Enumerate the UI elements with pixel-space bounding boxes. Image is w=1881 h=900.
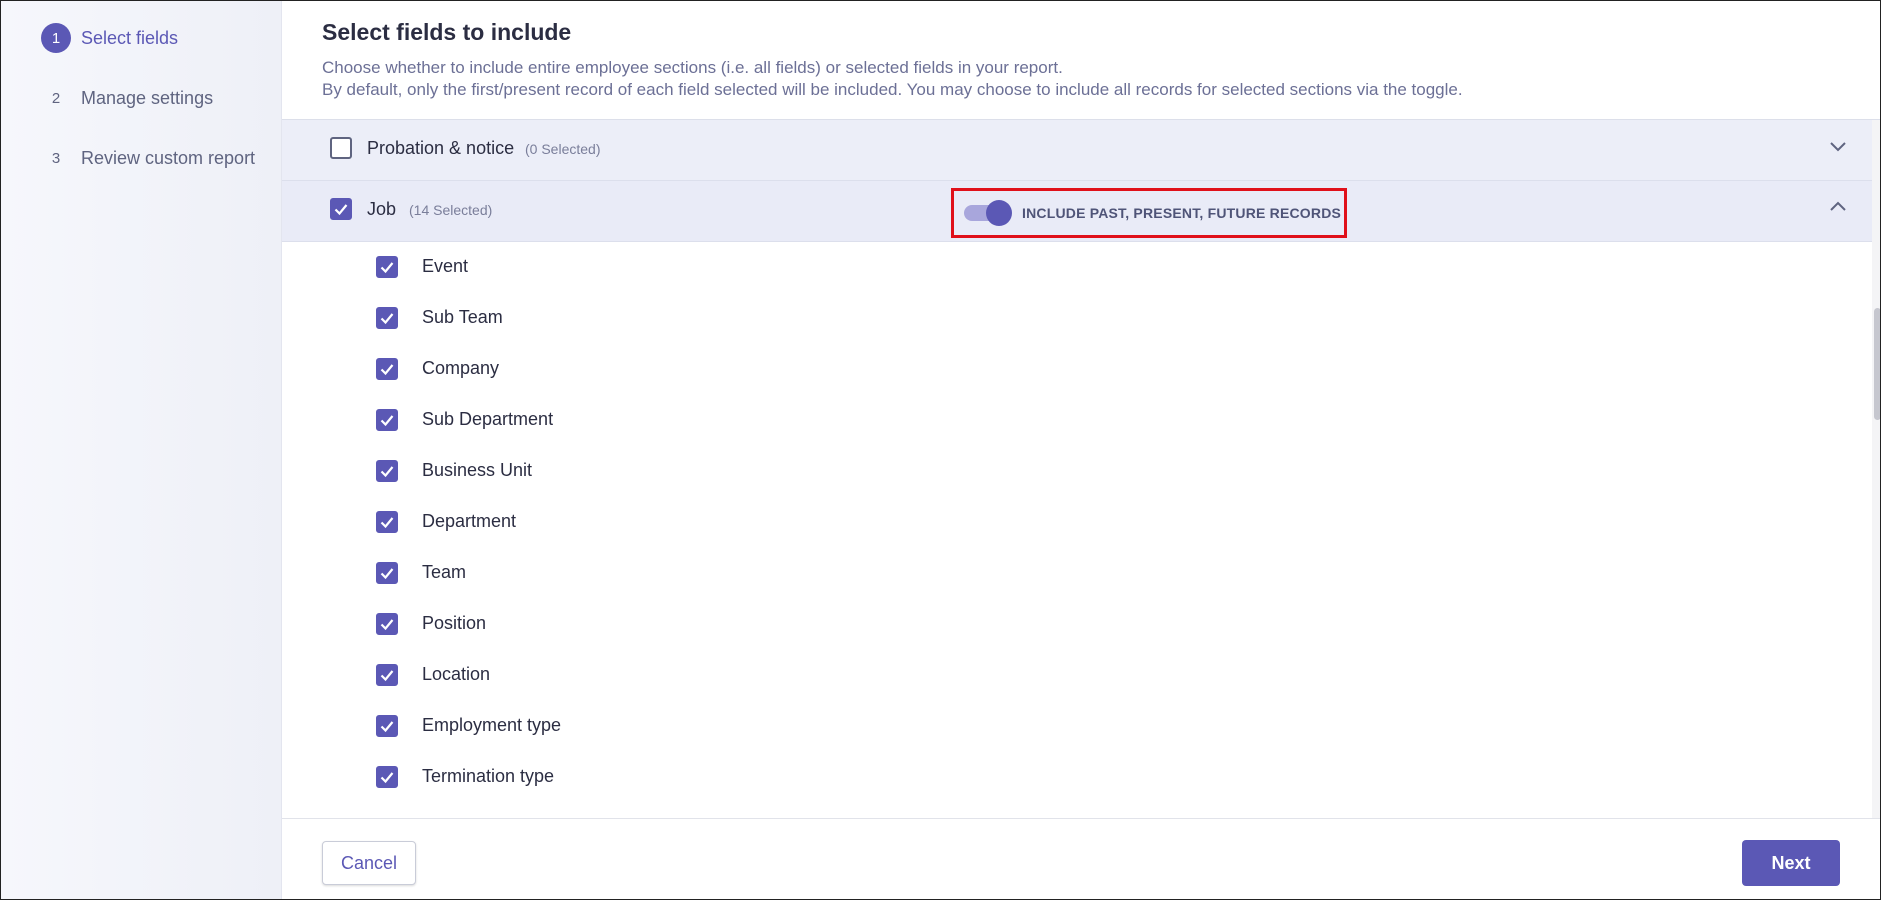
checkmark-icon: [334, 204, 348, 216]
checkmark-icon: [380, 262, 394, 274]
field-row-termination-type[interactable]: Termination type: [282, 752, 1880, 803]
field-row-event[interactable]: Event: [282, 242, 1880, 293]
field-label: Employment type: [422, 715, 562, 735]
field-row-business-unit[interactable]: Business Unit: [282, 446, 1880, 497]
cancel-button[interactable]: Cancel: [322, 841, 416, 885]
field-label: Event: [422, 256, 469, 276]
step-label: Select fields: [81, 27, 179, 48]
checkmark-icon: [380, 415, 394, 427]
step-review-custom-report[interactable]: 3 Review custom report: [41, 143, 255, 173]
field-label: Business Unit: [422, 460, 533, 480]
field-label: Company: [422, 358, 500, 378]
step-number: 1: [41, 23, 71, 53]
fields-list[interactable]: Probation & notice (0 Selected) Job (14 …: [282, 120, 1880, 818]
checkmark-icon: [380, 313, 394, 325]
page-title: Select fields to include: [322, 19, 572, 45]
description-line-1: Choose whether to include entire employe…: [322, 58, 1063, 77]
stepper-sidebar: 1 Select fields 2 Manage settings 3 Revi…: [1, 1, 282, 899]
field-label: Department: [422, 511, 517, 531]
field-checkbox[interactable]: [376, 358, 398, 380]
field-row-sub-department[interactable]: Sub Department: [282, 395, 1880, 446]
field-checkbox[interactable]: [376, 511, 398, 533]
step-manage-settings[interactable]: 2 Manage settings: [41, 83, 213, 113]
field-checkbox[interactable]: [376, 562, 398, 584]
vertical-scrollbar[interactable]: [1872, 120, 1880, 818]
section-label: Probation & notice: [367, 138, 515, 158]
checkmark-icon: [380, 364, 394, 376]
field-label: Sub Department: [422, 409, 554, 429]
page-header: Select fields to include Choose whether …: [282, 1, 1880, 120]
field-checkbox[interactable]: [376, 409, 398, 431]
field-checkbox[interactable]: [376, 664, 398, 686]
include-all-records-toggle-highlight: INCLUDE PAST, PRESENT, FUTURE RECORDS: [951, 188, 1347, 238]
field-row-department[interactable]: Department: [282, 497, 1880, 548]
step-number: 2: [51, 89, 61, 107]
step-number: 3: [51, 149, 61, 167]
checkmark-icon: [380, 670, 394, 682]
scrollbar-thumb[interactable]: [1874, 308, 1880, 420]
toggle-label: INCLUDE PAST, PRESENT, FUTURE RECORDS: [1022, 205, 1342, 221]
field-row-location[interactable]: Location: [282, 650, 1880, 701]
page-description: Choose whether to include entire employe…: [322, 57, 1463, 101]
section-label: Job: [367, 199, 397, 219]
field-row-company[interactable]: Company: [282, 344, 1880, 395]
section-row-probation-notice[interactable]: Probation & notice (0 Selected): [282, 120, 1880, 181]
footer-bar: Cancel Next: [282, 818, 1880, 899]
toggle-knob: [986, 200, 1012, 226]
include-all-records-toggle[interactable]: [964, 200, 1012, 226]
field-checkbox[interactable]: [376, 715, 398, 737]
field-checkbox[interactable]: [376, 613, 398, 635]
field-row-sub-team[interactable]: Sub Team: [282, 293, 1880, 344]
chevron-down-icon[interactable]: [1828, 136, 1848, 156]
field-row-team[interactable]: Team: [282, 548, 1880, 599]
description-line-2: By default, only the first/present recor…: [322, 80, 1463, 99]
section-checkbox[interactable]: [330, 137, 352, 159]
checkmark-icon: [380, 619, 394, 631]
field-label: Position: [422, 613, 487, 633]
main-panel: Select fields to include Choose whether …: [282, 1, 1880, 899]
section-selected-count: (0 Selected): [525, 141, 601, 157]
field-checkbox[interactable]: [376, 307, 398, 329]
step-label: Manage settings: [81, 87, 214, 108]
field-label: Location: [422, 664, 491, 684]
field-row-employment-type[interactable]: Employment type: [282, 701, 1880, 752]
checkmark-icon: [380, 772, 394, 784]
checkmark-icon: [380, 721, 394, 733]
next-button[interactable]: Next: [1742, 840, 1840, 886]
section-selected-count: (14 Selected): [409, 202, 493, 218]
app-window: 1 Select fields 2 Manage settings 3 Revi…: [0, 0, 1881, 900]
field-checkbox[interactable]: [376, 460, 398, 482]
chevron-up-icon[interactable]: [1828, 197, 1848, 217]
step-label: Review custom report: [81, 147, 256, 168]
checkmark-icon: [380, 517, 394, 529]
field-row-position[interactable]: Position: [282, 599, 1880, 650]
checkmark-icon: [380, 466, 394, 478]
field-label: Termination type: [422, 766, 555, 786]
field-label: Sub Team: [422, 307, 503, 327]
field-checkbox[interactable]: [376, 256, 398, 278]
field-label: Team: [422, 562, 467, 582]
section-checkbox[interactable]: [330, 198, 352, 220]
checkmark-icon: [380, 568, 394, 580]
field-checkbox[interactable]: [376, 766, 398, 788]
step-select-fields[interactable]: 1 Select fields: [41, 23, 178, 53]
